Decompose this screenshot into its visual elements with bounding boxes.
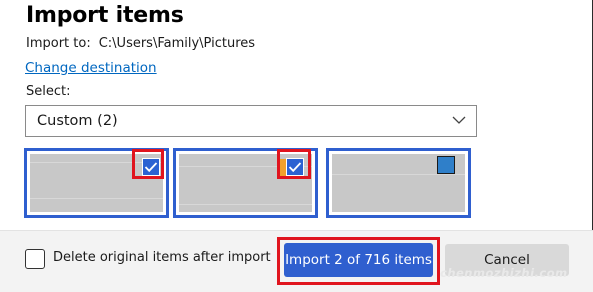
dialog-title: Import items [26, 3, 184, 28]
thumbnail-item[interactable] [326, 148, 471, 218]
thumbnail-checkbox[interactable] [437, 156, 455, 174]
select-label: Select: [26, 84, 71, 99]
selection-dropdown[interactable]: Custom (2) [25, 105, 477, 137]
checkbox-highlight [132, 149, 164, 179]
delete-originals-checkbox[interactable] [25, 249, 45, 269]
delete-originals-label: Delete original items after import [53, 250, 271, 265]
import-to-row: Import to: C:\Users\Family\Pictures [26, 36, 255, 51]
selection-dropdown-value: Custom (2) [37, 113, 118, 129]
import-button[interactable]: Import 2 of 716 items [284, 243, 433, 277]
change-destination-link[interactable]: Change destination [25, 60, 157, 76]
import-to-path: C:\Users\Family\Pictures [98, 36, 256, 51]
import-items-dialog: Import items Import to: C:\Users\Family\P… [0, 0, 593, 292]
chevron-down-icon [452, 116, 466, 124]
checkbox-highlight [277, 149, 311, 179]
import-to-label: Import to: [26, 36, 91, 51]
watermark-text: chenmozhizhi.com [440, 266, 568, 280]
